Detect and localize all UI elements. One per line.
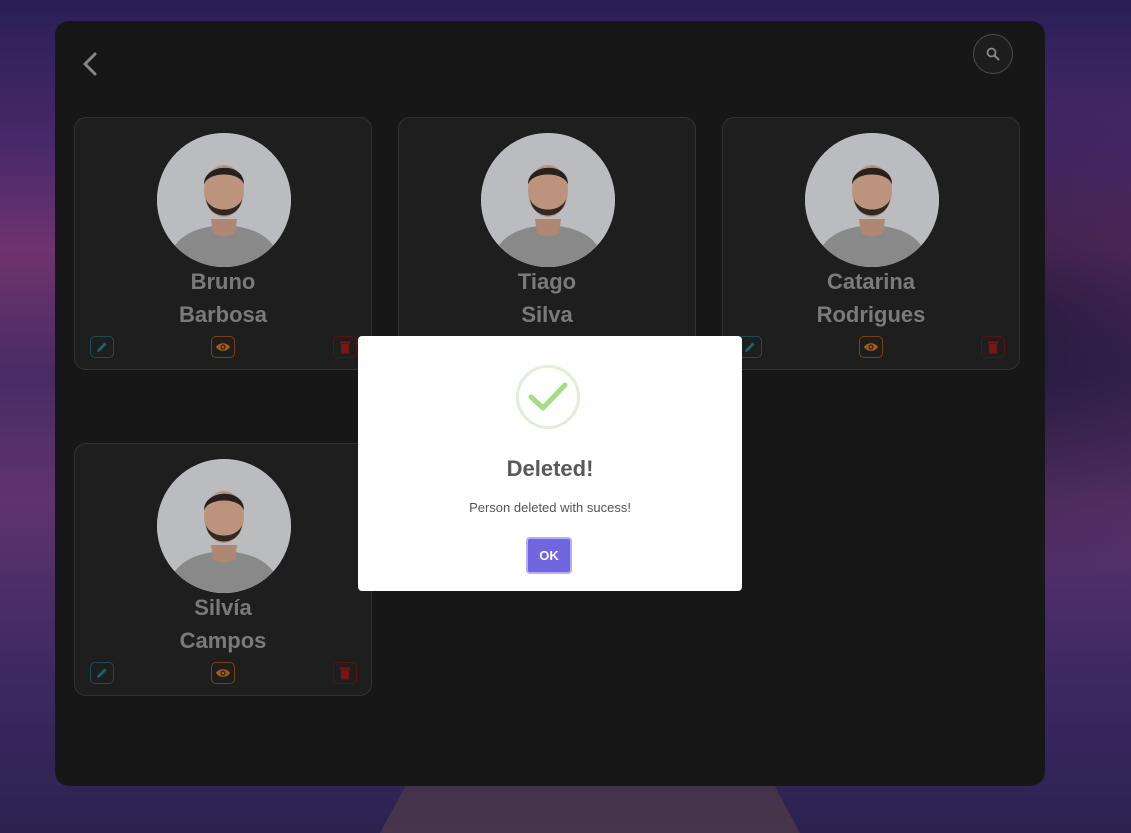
dialog-message: Person deleted with sucess! [469,500,631,515]
success-dialog: Deleted! Person deleted with sucess! OK [358,336,742,591]
dialog-title: Deleted! [506,456,594,481]
ok-button[interactable]: OK [526,537,572,574]
success-icon [516,365,580,429]
checkmark-icon [528,382,568,411]
